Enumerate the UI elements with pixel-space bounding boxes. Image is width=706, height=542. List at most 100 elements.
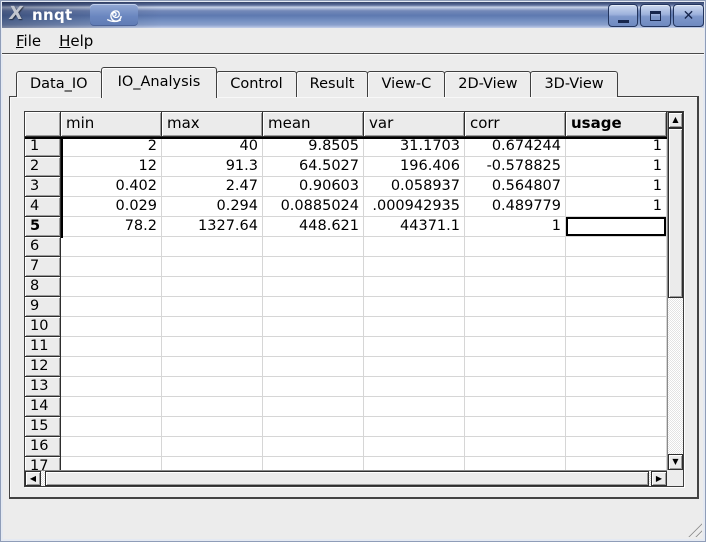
cell-r5-corr[interactable]: 1 [465,217,566,237]
cell-r1-usage[interactable]: 1 [566,137,667,157]
row-header-8[interactable]: 8 [25,277,61,297]
column-header-corr[interactable]: corr [465,112,566,137]
cell-r16-mean[interactable] [263,437,364,457]
cell-r4-mean[interactable]: 0.0885024 [263,197,364,217]
cell-r2-max[interactable]: 91.3 [162,157,263,177]
cell-r9-max[interactable] [162,297,263,317]
menu-item-file[interactable]: File [8,30,49,52]
cell-r10-max[interactable] [162,317,263,337]
cell-r10-min[interactable] [61,317,162,337]
scroll-right-button[interactable]: ▶ [651,471,667,486]
cell-r14-min[interactable] [61,397,162,417]
tab-view-c[interactable]: View-C [367,71,445,97]
row-header-10[interactable]: 10 [25,317,61,337]
cell-r13-var[interactable] [364,377,465,397]
tab-2d-view[interactable]: 2D-View [444,71,531,97]
cell-r3-corr[interactable]: 0.564807 [465,177,566,197]
horizontal-scrollbar-track[interactable] [41,471,651,486]
row-header-5[interactable]: 5 [25,217,61,237]
cell-r16-corr[interactable] [465,437,566,457]
cell-r3-min[interactable]: 0.402 [61,177,162,197]
cell-r14-max[interactable] [162,397,263,417]
cell-r4-min[interactable]: 0.029 [61,197,162,217]
cell-r17-corr[interactable] [465,457,566,470]
vertical-scrollbar-thumb[interactable] [668,128,683,298]
horizontal-scrollbar-thumb[interactable] [45,471,649,486]
row-header-3[interactable]: 3 [25,177,61,197]
titlebar[interactable]: X nnqt ✕ [2,2,704,28]
cell-r13-usage[interactable] [566,377,667,397]
cell-r15-mean[interactable] [263,417,364,437]
cell-r12-max[interactable] [162,357,263,377]
row-header-11[interactable]: 11 [25,337,61,357]
cell-r1-corr[interactable]: 0.674244 [465,137,566,157]
cell-r11-var[interactable] [364,337,465,357]
tab-result[interactable]: Result [296,71,369,97]
cell-r17-max[interactable] [162,457,263,470]
cell-r8-min[interactable] [61,277,162,297]
cell-r15-usage[interactable] [566,417,667,437]
cell-r1-max[interactable]: 40 [162,137,263,157]
cell-r16-min[interactable] [61,437,162,457]
cell-r12-corr[interactable] [465,357,566,377]
cell-r14-var[interactable] [364,397,465,417]
cell-r7-min[interactable] [61,257,162,277]
row-header-15[interactable]: 15 [25,417,61,437]
cell-r14-mean[interactable] [263,397,364,417]
row-header-2[interactable]: 2 [25,157,61,177]
row-header-16[interactable]: 16 [25,437,61,457]
cell-r14-usage[interactable] [566,397,667,417]
cell-r15-corr[interactable] [465,417,566,437]
cell-r9-mean[interactable] [263,297,364,317]
cell-r8-max[interactable] [162,277,263,297]
cell-r1-var[interactable]: 31.1703 [364,137,465,157]
cell-r13-max[interactable] [162,377,263,397]
cell-r4-max[interactable]: 0.294 [162,197,263,217]
cell-r11-min[interactable] [61,337,162,357]
cell-r5-max[interactable]: 1327.64 [162,217,263,237]
cell-r11-usage[interactable] [566,337,667,357]
column-header-min[interactable]: min [61,112,162,137]
cell-r13-min[interactable] [61,377,162,397]
cell-r17-usage[interactable] [566,457,667,470]
cell-r6-max[interactable] [162,237,263,257]
resize-grip-icon[interactable] [688,523,702,537]
cell-r7-mean[interactable] [263,257,364,277]
cell-r5-mean[interactable]: 448.621 [263,217,364,237]
tab-data_io[interactable]: Data_IO [16,71,102,97]
cell-r12-var[interactable] [364,357,465,377]
cell-r14-corr[interactable] [465,397,566,417]
app-icon-button[interactable] [90,4,138,26]
cell-r17-mean[interactable] [263,457,364,470]
cell-r12-mean[interactable] [263,357,364,377]
row-header-4[interactable]: 4 [25,197,61,217]
cell-r11-max[interactable] [162,337,263,357]
scroll-down-button[interactable]: ▼ [668,454,683,470]
cell-r4-corr[interactable]: 0.489779 [465,197,566,217]
cell-r4-usage[interactable]: 1 [566,197,667,217]
cell-r16-var[interactable] [364,437,465,457]
cell-r6-corr[interactable] [465,237,566,257]
column-header-usage[interactable]: usage [566,112,667,137]
cell-r6-min[interactable] [61,237,162,257]
scroll-left-button[interactable]: ◀ [25,471,41,486]
cell-r4-var[interactable]: .000942935 [364,197,465,217]
row-header-17[interactable]: 17 [25,457,61,470]
cell-r7-var[interactable] [364,257,465,277]
cell-r3-mean[interactable]: 0.90603 [263,177,364,197]
cell-r12-min[interactable] [61,357,162,377]
cell-r7-usage[interactable] [566,257,667,277]
cell-r3-var[interactable]: 0.058937 [364,177,465,197]
vertical-scrollbar-track[interactable] [668,128,683,454]
column-header-mean[interactable]: mean [263,112,364,137]
cell-r5-var[interactable]: 44371.1 [364,217,465,237]
cell-r6-var[interactable] [364,237,465,257]
cell-r16-max[interactable] [162,437,263,457]
close-button[interactable]: ✕ [673,4,704,27]
table-corner-cell[interactable] [25,112,61,137]
column-header-var[interactable]: var [364,112,465,137]
cell-r15-var[interactable] [364,417,465,437]
cell-r15-min[interactable] [61,417,162,437]
cell-r9-usage[interactable] [566,297,667,317]
tab-3d-view[interactable]: 3D-View [530,71,617,97]
